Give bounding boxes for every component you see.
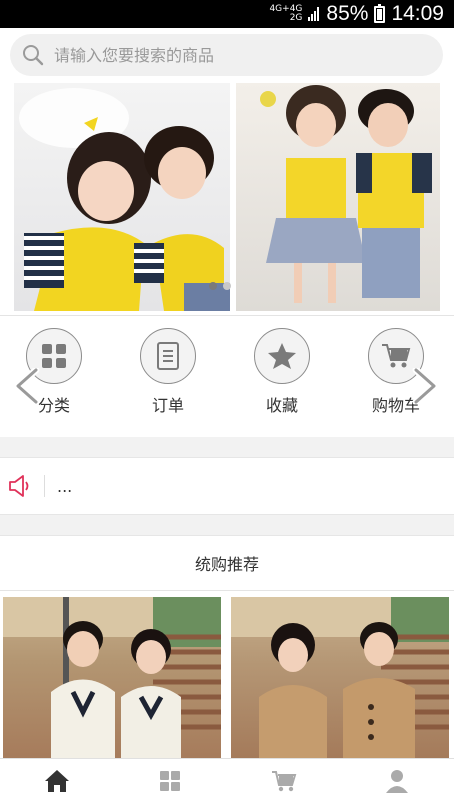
grid-icon: [42, 344, 66, 368]
section-title: 统购推荐: [0, 535, 454, 590]
product-card[interactable]: [231, 597, 449, 759]
search-icon: [23, 45, 44, 66]
signal-bars-icon: [308, 7, 320, 21]
shortcut-label: 订单: [151, 396, 184, 415]
user-icon: [386, 770, 409, 793]
search-bar: [0, 28, 454, 83]
status-bar: 4G+4G 2G 85% 14:09: [0, 0, 454, 28]
cart-icon: [271, 771, 297, 792]
tab-home[interactable]: [0, 759, 114, 803]
battery-percent: 85%: [326, 2, 369, 25]
search-box[interactable]: [10, 34, 443, 76]
shortcut-orders[interactable]: 订单: [128, 328, 208, 416]
shortcut-menu: 分类 订单 收藏 购物车: [0, 315, 454, 437]
banner-photo-kids-standing[interactable]: [236, 83, 440, 311]
home-icon: [44, 770, 69, 792]
banner-photo-kids-lying[interactable]: [14, 83, 230, 311]
divider: [44, 475, 45, 497]
product-card[interactable]: [3, 597, 221, 759]
tab-cart[interactable]: [227, 759, 341, 803]
shortcut-favorites[interactable]: 收藏: [242, 328, 322, 416]
carousel-dot[interactable]: [223, 282, 231, 290]
search-input[interactable]: [54, 45, 394, 65]
shortcut-label: 收藏: [265, 396, 298, 415]
product-grid: [0, 590, 454, 759]
chevron-left-icon[interactable]: [14, 368, 40, 404]
bottom-tab-bar: [0, 758, 454, 803]
tab-category[interactable]: [114, 759, 228, 803]
signal-indicator: 4G+4G 2G: [269, 5, 302, 23]
carousel-dot[interactable]: [209, 282, 217, 290]
cart-icon: [382, 344, 411, 368]
battery-icon: [374, 3, 386, 23]
notice-text: ...: [57, 476, 73, 496]
document-icon: [157, 342, 179, 370]
chevron-right-icon[interactable]: [412, 368, 438, 404]
carousel-dots: [209, 282, 231, 290]
grid-icon: [160, 771, 181, 791]
speaker-icon: [9, 475, 29, 497]
star-icon: [268, 343, 296, 369]
clock: 14:09: [391, 2, 444, 25]
tab-profile[interactable]: [341, 759, 454, 803]
signal-bottom-text: 2G: [289, 13, 303, 23]
notice-bar[interactable]: ...: [0, 457, 454, 515]
banner-carousel[interactable]: [0, 83, 454, 315]
